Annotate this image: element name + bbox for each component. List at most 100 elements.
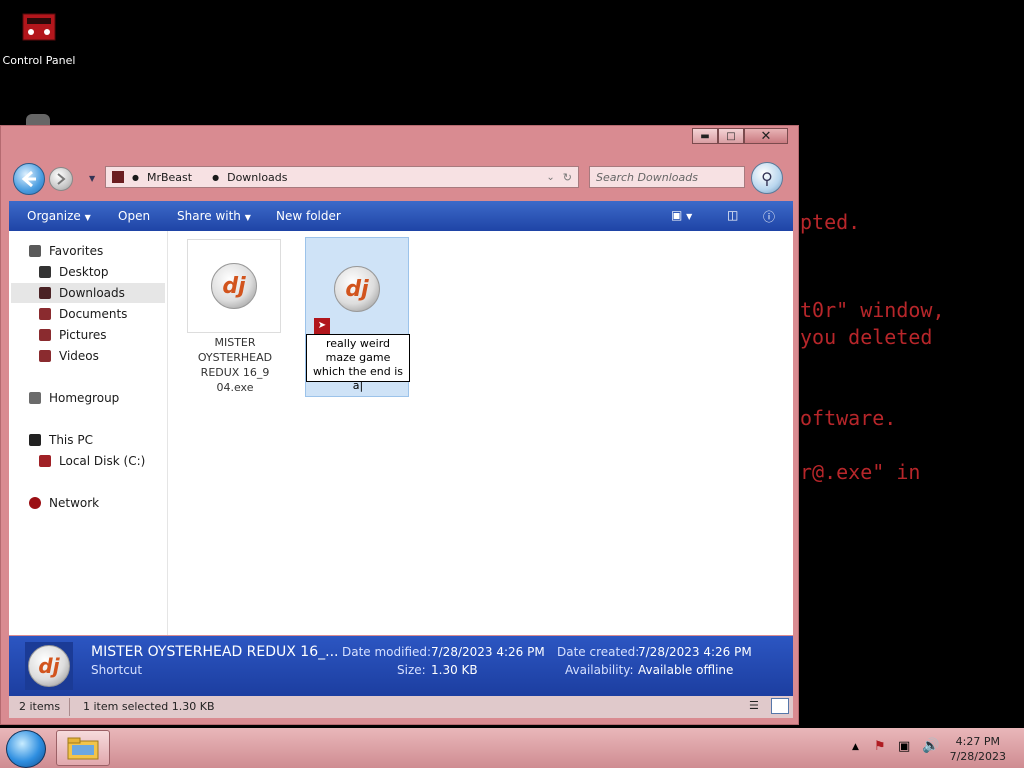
address-dropdown-icon[interactable]: ⌄ [546, 172, 554, 183]
size-value: 1.30 KB [431, 663, 478, 677]
nav-this-pc[interactable]: This PC [29, 430, 93, 450]
breadcrumb-downloads[interactable]: Downloads [227, 171, 287, 184]
address-bar[interactable]: ● MrBeast ● Downloads ⌄ ↻ [105, 166, 579, 188]
volume-icon[interactable]: 🔊 [922, 738, 939, 754]
homegroup-icon [29, 392, 41, 404]
nav-desktop-label: Desktop [59, 265, 109, 279]
size-label: Size: [397, 663, 426, 677]
bg-text-2: t0r" window, [800, 298, 945, 322]
search-icon: ⚲ [761, 168, 773, 188]
show-hidden-icons-icon[interactable]: ▲ [852, 742, 859, 752]
chevron-down-icon: ▼ [244, 213, 251, 222]
breadcrumb-separator-icon[interactable]: ● [132, 173, 139, 182]
status-divider [69, 698, 70, 716]
nav-downloads[interactable]: Downloads [11, 283, 165, 303]
date-modified-value: 7/28/2023 4:26 PM [431, 645, 545, 659]
date-modified-label: Date modified: [342, 645, 432, 659]
nav-network[interactable]: Network [29, 493, 99, 513]
file-item-exe[interactable]: dj MISTER OYSTERHEAD REDUX 16_9 04.exe [187, 239, 283, 395]
large-icons-view-icon[interactable] [771, 698, 789, 714]
documents-icon [39, 308, 51, 320]
action-center-flag-icon[interactable]: ⚑ [874, 739, 886, 754]
control-panel-desktop-icon[interactable]: Control Panel [0, 8, 78, 67]
new-folder-button[interactable]: New folder [276, 209, 341, 223]
dj-logo-icon: dj [334, 266, 380, 312]
nav-downloads-label: Downloads [59, 286, 125, 300]
forward-button[interactable] [49, 167, 73, 191]
back-button[interactable] [13, 163, 45, 195]
view-options-icon[interactable]: ▣ ▼ [671, 208, 692, 222]
command-bar: Organize ▼ Open Share with ▼ New folder … [9, 201, 793, 231]
folder-icon [67, 737, 99, 760]
text-cursor: | [359, 379, 364, 392]
folder-icon [112, 171, 124, 183]
nav-desktop[interactable]: Desktop [39, 262, 109, 282]
maximize-button[interactable]: □ [718, 128, 744, 144]
details-file-type: Shortcut [91, 663, 143, 677]
caption-buttons: ▬ □ ✕ [692, 128, 788, 144]
star-icon [29, 245, 41, 257]
explorer-window: ▬ □ ✕ ▼ ● MrBeast ● Downloads ⌄ ↻ Search… [0, 125, 799, 725]
minimize-button[interactable]: ▬ [692, 128, 718, 144]
back-arrow-icon [21, 170, 36, 188]
nav-homegroup[interactable]: Homegroup [29, 388, 119, 408]
bg-text-3: you deleted [800, 325, 933, 349]
navigation-pane: Favorites Desktop Downloads Documents Pi… [9, 231, 168, 635]
nav-documents[interactable]: Documents [39, 304, 127, 324]
start-button[interactable] [6, 730, 46, 768]
details-view-icon[interactable]: ☰ [749, 699, 759, 712]
nav-this-pc-label: This PC [49, 433, 93, 447]
file-item-shortcut-selected[interactable]: dj ➤ really weird maze game which the en… [305, 237, 410, 397]
file-explorer-taskbar-button[interactable] [56, 730, 110, 766]
forward-arrow-icon [57, 173, 66, 185]
search-input[interactable]: Search Downloads [589, 166, 745, 188]
status-bar: 2 items 1 item selected 1.30 KB ☰ [9, 696, 793, 718]
nav-pictures[interactable]: Pictures [39, 325, 107, 345]
bg-text-5: r@.exe" in [800, 460, 921, 484]
nav-network-label: Network [49, 496, 100, 510]
status-selected: 1 item selected 1.30 KB [83, 700, 215, 713]
breadcrumb-mrbeast[interactable]: MrBeast [147, 171, 192, 184]
search-button[interactable]: ⚲ [751, 162, 783, 194]
rename-textbox[interactable]: really weird maze game which the end is … [306, 334, 410, 392]
network-tray-icon[interactable]: ▣ [898, 739, 910, 754]
chevron-down-icon: ▼ [84, 213, 91, 222]
nav-local-disk[interactable]: Local Disk (C:) [39, 451, 145, 471]
taskbar: ▲ ⚑ ▣ 🔊 4:27 PM 7/28/2023 [0, 728, 1024, 768]
details-pane: dj MISTER OYSTERHEAD REDUX 16_... Shortc… [9, 636, 793, 696]
open-button[interactable]: Open [118, 209, 150, 223]
rename-value: really weird maze game which the end is … [312, 337, 404, 392]
bg-text-1: pted. [800, 210, 861, 234]
file-thumbnail: dj [187, 239, 281, 333]
navigation-bar: ▼ ● MrBeast ● Downloads ⌄ ↻ Search Downl… [9, 162, 788, 196]
availability-label: Availability: [565, 663, 634, 677]
computer-icon [29, 434, 41, 446]
breadcrumb-separator-icon[interactable]: ● [212, 173, 219, 182]
file-thumbnail: dj ➤ [310, 242, 404, 336]
help-icon[interactable]: ⓘ [763, 208, 775, 225]
nav-favorites[interactable]: Favorites [29, 241, 103, 261]
content-area: Favorites Desktop Downloads Documents Pi… [9, 231, 793, 635]
close-button[interactable]: ✕ [744, 128, 788, 144]
organize-button[interactable]: Organize ▼ [27, 209, 91, 223]
refresh-icon[interactable]: ↻ [563, 171, 572, 184]
nav-videos[interactable]: Videos [39, 346, 99, 366]
availability-value: Available offline [638, 663, 734, 677]
share-with-button[interactable]: Share with ▼ [177, 209, 251, 223]
details-logo: dj [25, 642, 73, 690]
details-file-name: MISTER OYSTERHEAD REDUX 16_... [91, 644, 339, 660]
dj-logo-icon: dj [211, 263, 257, 309]
nav-homegroup-label: Homegroup [49, 391, 120, 405]
date-created-value: 7/28/2023 4:26 PM [638, 645, 752, 659]
clock[interactable]: 4:27 PM 7/28/2023 [950, 734, 1006, 764]
control-panel-label: Control Panel [2, 54, 76, 67]
share-with-label: Share with [177, 209, 241, 223]
recent-pages-dropdown-icon[interactable]: ▼ [89, 174, 95, 183]
network-icon [29, 497, 41, 509]
status-item-count: 2 items [19, 700, 61, 713]
clock-time: 4:27 PM [955, 735, 1000, 748]
organize-label: Organize [27, 209, 81, 223]
videos-icon [39, 350, 51, 362]
control-panel-icon [17, 8, 61, 48]
preview-pane-icon[interactable]: ◫ [727, 208, 738, 222]
